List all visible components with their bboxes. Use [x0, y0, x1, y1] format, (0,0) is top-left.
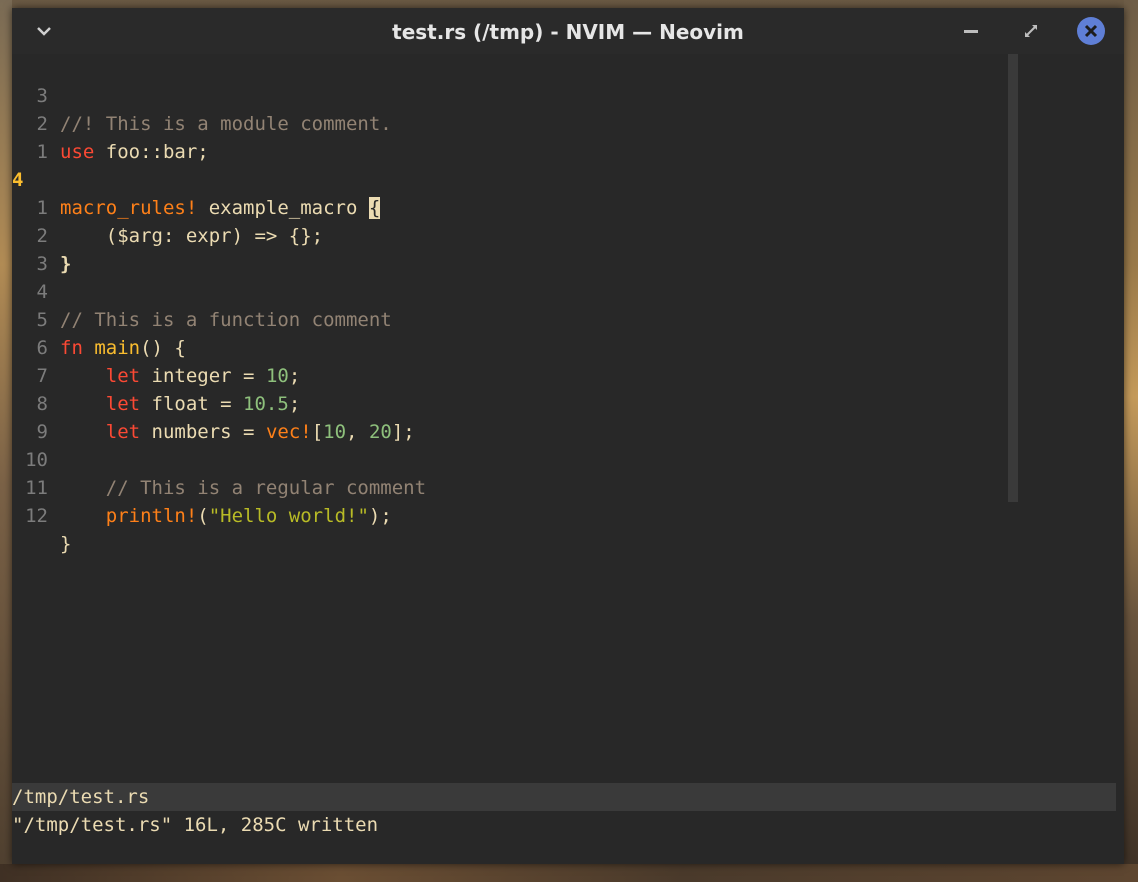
line-number: 12 [25, 505, 48, 527]
neovim-window: test.rs (/tmp) - NVIM — Neovim 3 //! Thi… [12, 8, 1124, 864]
editor-buffer[interactable]: 3 //! This is a module comment. 2 use fo… [12, 54, 1124, 784]
code-line: 8 let numbers = vec![10, 20]; [12, 362, 1012, 443]
code-line: 7 let float = 10.5; [12, 334, 1012, 415]
status-line: /tmp/test.rs [12, 783, 1116, 811]
code-line: 10 // This is a regular comment [12, 418, 1012, 499]
code-line: 2 } [12, 194, 1012, 275]
minimize-button[interactable] [964, 30, 978, 33]
close-icon [1084, 24, 1098, 38]
code-line: 11 println!("Hello world!"); [12, 446, 1012, 527]
code-line: 4 // This is a function comment [12, 250, 1012, 331]
code-text: ( [197, 505, 209, 527]
current-code-line: 4 macro_rules! example_macro { [12, 138, 1012, 219]
desktop-wallpaper-bottom [0, 864, 1138, 882]
titlebar[interactable]: test.rs (/tmp) - NVIM — Neovim [12, 8, 1124, 54]
code-line: 1 ($arg: expr) => {}; [12, 166, 1012, 247]
code-text: } [60, 533, 72, 555]
code-text: ); [368, 505, 392, 527]
code-line: 3 //! This is a module comment. [12, 54, 1012, 135]
code-line: 1 [12, 110, 1012, 163]
code-line: 6 let integer = 10; [12, 306, 1012, 387]
string-literal: "Hello world!" [208, 505, 369, 527]
macro: println! [105, 505, 198, 527]
code-line: 5 fn main() { [12, 278, 1012, 359]
restore-icon [1025, 25, 1037, 37]
command-line[interactable]: "/tmp/test.rs" 16L, 285C written [12, 811, 1116, 839]
maximize-button[interactable] [1022, 22, 1040, 40]
close-button[interactable] [1077, 17, 1105, 45]
code-line: 2 use foo::bar; [12, 82, 1012, 163]
code-line: 12 } [12, 474, 1012, 555]
desktop-wallpaper-left [0, 0, 12, 882]
window-title: test.rs (/tmp) - NVIM — Neovim [392, 20, 744, 44]
code-line: 9 [12, 390, 1012, 443]
desktop-wallpaper-right [1124, 0, 1138, 882]
code-line: 3 [12, 222, 1012, 275]
